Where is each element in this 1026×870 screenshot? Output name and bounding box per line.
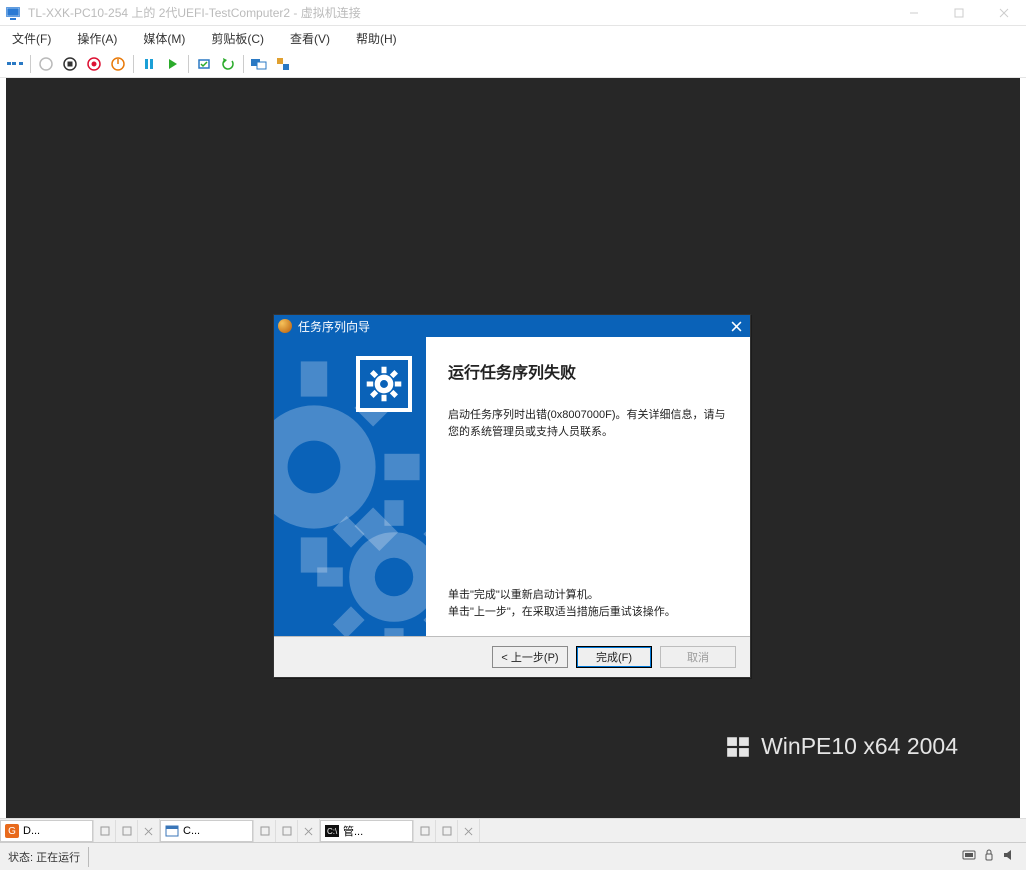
taskbar-label: D...	[23, 825, 40, 837]
host-taskbar: G D... C... C:\ 管...	[0, 818, 1026, 842]
enhanced-session-button[interactable]	[248, 53, 270, 75]
back-button[interactable]: < 上一步(P)	[492, 646, 568, 668]
wizard-heading: 运行任务序列失败	[448, 359, 728, 383]
status-text: 状态: 正在运行	[0, 847, 89, 867]
finish-button[interactable]: 完成(F)	[576, 646, 652, 668]
task-sequence-wizard: 任务序列向导	[273, 314, 751, 678]
ctrl-alt-del-button[interactable]	[4, 53, 26, 75]
maximize-button[interactable]	[936, 0, 981, 26]
windows-logo-icon	[725, 734, 751, 760]
taskbar-overflow-button[interactable]	[435, 820, 457, 842]
share-button[interactable]	[272, 53, 294, 75]
wizard-content: 运行任务序列失败 启动任务序列时出错(0x8007000F)。有关详细信息，请与…	[426, 337, 750, 636]
taskbar-overflow-button[interactable]	[275, 820, 297, 842]
wizard-side-icon	[356, 356, 412, 412]
wizard-hint-line: 单击"上一步"，在采取适当措施后重试该操作。	[448, 604, 728, 621]
toolbar-separator	[188, 55, 189, 73]
taskbar-label: 管...	[343, 823, 363, 839]
gear-bg-icon	[314, 497, 426, 636]
taskbar-overflow-button[interactable]	[413, 820, 435, 842]
taskbar-close-button[interactable]	[297, 820, 319, 842]
save-button[interactable]	[107, 53, 129, 75]
status-tray	[962, 848, 1026, 865]
wizard-message-line: 您的系统管理员或支持人员联系。	[448, 424, 728, 441]
terminal-icon: C:\	[325, 824, 339, 838]
wizard-footer: < 上一步(P) 完成(F) 取消	[274, 637, 750, 677]
taskbar-group: C:\ 管...	[320, 819, 480, 843]
shutdown-button[interactable]	[83, 53, 105, 75]
minimize-button[interactable]	[891, 0, 936, 26]
taskbar-item[interactable]: C:\ 管...	[320, 820, 413, 842]
wizard-body: 运行任务序列失败 启动任务序列时出错(0x8007000F)。有关详细信息，请与…	[274, 337, 750, 636]
app-icon: G	[5, 824, 19, 838]
taskbar-group: G D...	[0, 819, 160, 843]
nic-icon	[962, 848, 976, 865]
pause-button[interactable]	[138, 53, 160, 75]
taskbar-close-button[interactable]	[457, 820, 479, 842]
menu-clipboard[interactable]: 剪贴板(C)	[205, 28, 270, 49]
turnoff-button[interactable]	[59, 53, 81, 75]
taskbar-overflow-button[interactable]	[93, 820, 115, 842]
taskbar-item[interactable]: C...	[160, 820, 253, 842]
window-controls	[891, 0, 1026, 26]
menu-action[interactable]: 操作(A)	[71, 28, 123, 49]
taskbar-close-button[interactable]	[137, 820, 159, 842]
app-icon	[5, 5, 21, 21]
vm-viewport: WinPE10 x64 2004 任务序列向导	[0, 78, 1026, 838]
taskbar-group: C...	[160, 819, 320, 843]
taskbar-label: C...	[183, 825, 200, 837]
wizard-title-text: 任务序列向导	[298, 318, 726, 335]
wizard-icon	[278, 319, 292, 333]
window-titlebar: TL-XXK-PC10-254 上的 2代UEFI-TestComputer2 …	[0, 0, 1026, 26]
toolbar-separator	[30, 55, 31, 73]
checkpoint-button[interactable]	[193, 53, 215, 75]
window-title: TL-XXK-PC10-254 上的 2代UEFI-TestComputer2 …	[26, 4, 891, 21]
wizard-side-panel	[274, 337, 426, 636]
status-bar: 状态: 正在运行	[0, 842, 1026, 870]
wizard-titlebar[interactable]: 任务序列向导	[274, 315, 750, 337]
os-watermark: WinPE10 x64 2004	[725, 733, 958, 760]
wizard-hint-line: 单击"完成"以重新启动计算机。	[448, 587, 728, 604]
gear-icon	[366, 366, 402, 402]
menu-view[interactable]: 查看(V)	[284, 28, 336, 49]
cancel-button: 取消	[660, 646, 736, 668]
taskbar-item[interactable]: G D...	[0, 820, 93, 842]
toolbar-separator	[243, 55, 244, 73]
vm-desktop[interactable]: WinPE10 x64 2004 任务序列向导	[6, 78, 1020, 835]
wizard-message-line: 启动任务序列时出错(0x8007000F)。有关详细信息，请与	[448, 407, 728, 424]
reset-button[interactable]	[162, 53, 184, 75]
app-icon	[165, 824, 179, 838]
revert-button[interactable]	[217, 53, 239, 75]
wizard-message: 启动任务序列时出错(0x8007000F)。有关详细信息，请与 您的系统管理员或…	[448, 407, 728, 440]
menu-bar: 文件(F) 操作(A) 媒体(M) 剪贴板(C) 查看(V) 帮助(H)	[0, 26, 1026, 50]
wizard-hint: 单击"完成"以重新启动计算机。 单击"上一步"，在采取适当措施后重试该操作。	[448, 587, 728, 620]
menu-file[interactable]: 文件(F)	[6, 28, 57, 49]
watermark-text: WinPE10 x64 2004	[761, 733, 958, 760]
toolbar-separator	[133, 55, 134, 73]
menu-help[interactable]: 帮助(H)	[350, 28, 403, 49]
svg-text:C:\: C:\	[327, 827, 338, 836]
taskbar-overflow-button[interactable]	[253, 820, 275, 842]
wizard-close-button[interactable]	[726, 318, 746, 334]
security-icon	[982, 848, 996, 865]
menu-media[interactable]: 媒体(M)	[137, 28, 191, 49]
start-button[interactable]	[35, 53, 57, 75]
toolbar	[0, 50, 1026, 78]
speaker-icon	[1002, 848, 1016, 865]
taskbar-overflow-button[interactable]	[115, 820, 137, 842]
close-button[interactable]	[981, 0, 1026, 26]
